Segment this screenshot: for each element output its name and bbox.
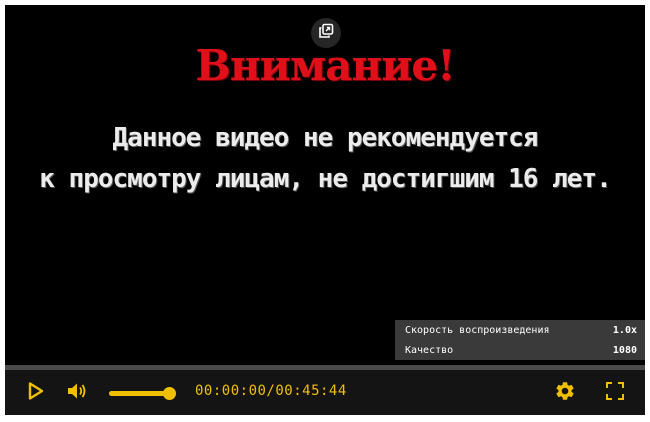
video-player[interactable]: Внимание! Данное видео не рекомендуется …: [5, 5, 645, 415]
settings-item-speed-value: 1.0x: [612, 324, 637, 336]
volume-button[interactable]: [65, 381, 89, 405]
control-bar: 00:00:00/00:45:44: [5, 370, 645, 415]
picture-in-picture-icon: [318, 23, 334, 43]
fullscreen-button[interactable]: [603, 381, 627, 405]
speaker-icon: [66, 381, 88, 405]
settings-item-quality-value: 1080: [612, 344, 637, 356]
settings-item-quality-label: Качество: [405, 344, 454, 356]
settings-item-speed-label: Скорость воспроизведения: [405, 324, 550, 336]
volume-knob[interactable]: [163, 387, 176, 400]
warning-text-line-1: Данное видео не рекомендуется: [112, 123, 539, 153]
time-display: 00:00:00/00:45:44: [195, 383, 347, 399]
play-button[interactable]: [23, 381, 47, 405]
warning-text-line-2: к просмотру лицам, не достигшим 16 лет.: [39, 164, 611, 194]
volume-fill: [109, 391, 169, 396]
settings-button[interactable]: [553, 381, 577, 405]
play-icon: [25, 381, 45, 405]
volume-slider[interactable]: [109, 387, 176, 400]
settings-item-speed[interactable]: Скорость воспроизведения 1.0x: [395, 320, 645, 340]
settings-menu: Скорость воспроизведения 1.0x Качество 1…: [395, 320, 645, 360]
settings-item-quality[interactable]: Качество 1080: [395, 340, 645, 360]
fullscreen-icon: [605, 381, 625, 405]
warning-title: Внимание!: [195, 41, 455, 90]
gear-icon: [554, 380, 576, 406]
